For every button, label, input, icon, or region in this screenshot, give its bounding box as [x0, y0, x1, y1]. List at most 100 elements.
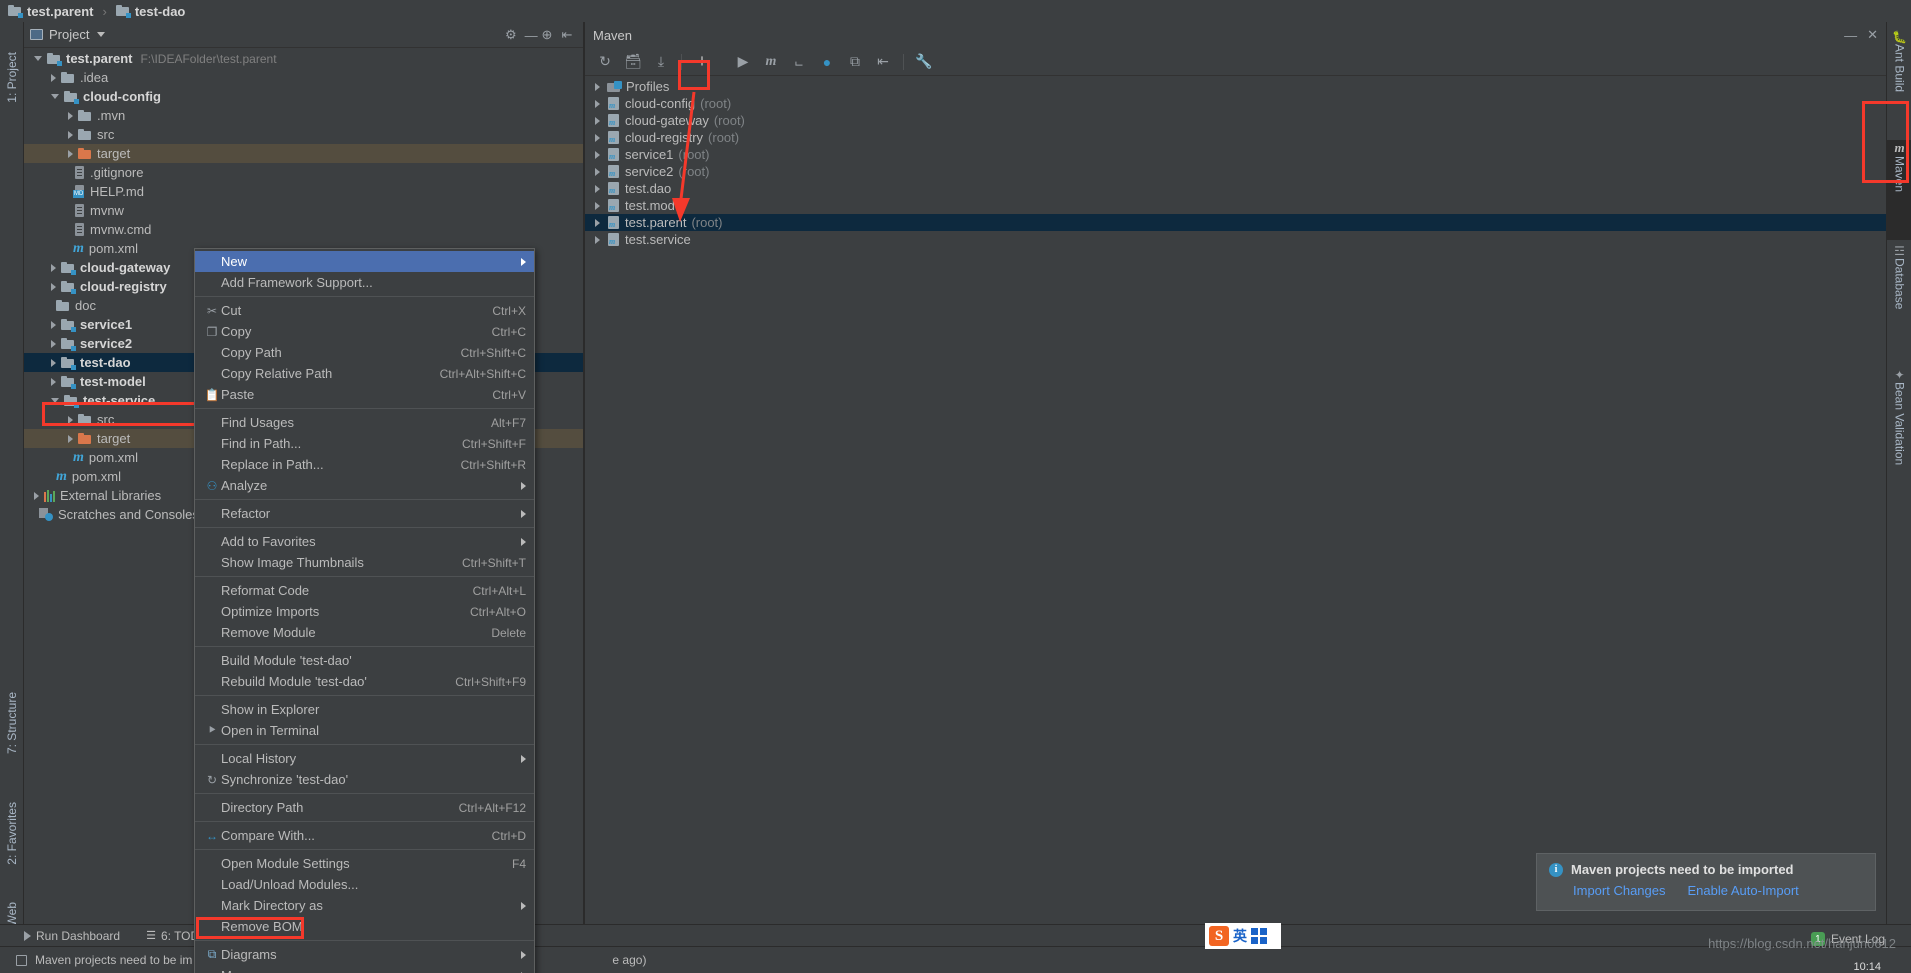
menu-item[interactable]: Show in Explorer [195, 699, 534, 720]
menu-item[interactable]: ❐ Copy Ctrl+C [195, 321, 534, 342]
maven-tree-row[interactable]: Profiles [585, 78, 1886, 95]
project-tree-row[interactable]: mvnw.cmd [24, 220, 583, 239]
menu-item[interactable]: Find Usages Alt+F7 [195, 412, 534, 433]
chevron-right-icon[interactable] [595, 218, 600, 227]
maven-tree-row[interactable]: m test.parent (root) [585, 214, 1886, 231]
menu-item[interactable]: Rebuild Module 'test-dao' Ctrl+Shift+F9 [195, 671, 534, 692]
tool-button-bean-validation[interactable]: ✦ Bean Validation [1887, 368, 1911, 518]
chevron-right-icon[interactable] [595, 133, 600, 142]
run-icon[interactable]: ▶ [731, 51, 755, 73]
collapse-all-icon[interactable]: ⇤ [871, 51, 895, 73]
chevron-right-icon[interactable] [51, 320, 56, 329]
chevron-right-icon[interactable] [595, 99, 600, 108]
menu-item[interactable]: Copy Path Ctrl+Shift+C [195, 342, 534, 363]
project-tree-row[interactable]: .idea [24, 68, 583, 87]
project-tree-row[interactable]: mvnw [24, 201, 583, 220]
tool-button-web[interactable]: Web [5, 902, 19, 926]
generate-sources-icon[interactable]: 🗃 [621, 51, 645, 73]
menu-item[interactable]: Add Framework Support... [195, 272, 534, 293]
menu-item[interactable]: Mark Directory as [195, 895, 534, 916]
tool-button-maven[interactable]: m Maven [1887, 140, 1911, 240]
chevron-right-icon[interactable] [68, 149, 73, 158]
chevron-right-icon[interactable] [51, 377, 56, 386]
chevron-down-icon[interactable] [97, 32, 106, 37]
project-tree-row[interactable]: test.parent F:\IDEAFolder\test.parent [24, 49, 583, 68]
chevron-right-icon[interactable] [51, 263, 56, 272]
chevron-right-icon[interactable] [595, 150, 600, 159]
tool-button-run-dashboard[interactable]: Run Dashboard [24, 929, 120, 943]
menu-item[interactable]: Add to Favorites [195, 531, 534, 552]
menu-item[interactable]: ⧉ Diagrams [195, 944, 534, 965]
menu-item[interactable]: Copy Relative Path Ctrl+Alt+Shift+C [195, 363, 534, 384]
menu-item[interactable]: Refactor [195, 503, 534, 524]
minimize-icon[interactable]: — [525, 28, 538, 43]
menu-item[interactable]: Remove Module Delete [195, 622, 534, 643]
maven-tree-row[interactable]: m test.service [585, 231, 1886, 248]
enable-auto-import-link[interactable]: Enable Auto-Import [1688, 883, 1799, 898]
project-tree-row[interactable]: .gitignore [24, 163, 583, 182]
toggle-skip-tests-icon[interactable]: ⨽ [787, 51, 811, 73]
maven-tree-row[interactable]: m service1 (root) [585, 146, 1886, 163]
menu-item[interactable]: ↻ Synchronize 'test-dao' [195, 769, 534, 790]
menu-item[interactable]: Load/Unload Modules... [195, 874, 534, 895]
tool-button-database[interactable]: ☲ Database [1887, 244, 1911, 364]
maven-tree-row[interactable]: m cloud-registry (root) [585, 129, 1886, 146]
menu-item[interactable]: 📋 Paste Ctrl+V [195, 384, 534, 405]
menu-item[interactable]: Reformat Code Ctrl+Alt+L [195, 580, 534, 601]
chevron-right-icon[interactable] [68, 111, 73, 120]
maven-tree-row[interactable]: m test.dao [585, 180, 1886, 197]
tool-button-structure[interactable]: 7: Structure [5, 692, 19, 754]
show-diagram-icon[interactable]: ⧉ [843, 51, 867, 73]
project-tree-row[interactable]: target [24, 144, 583, 163]
chevron-right-icon[interactable] [595, 235, 600, 244]
menu-item[interactable]: Find in Path... Ctrl+Shift+F [195, 433, 534, 454]
project-tree-row[interactable]: cloud-config [24, 87, 583, 106]
maven-tree-row[interactable]: m service2 (root) [585, 163, 1886, 180]
maven-projects-tree[interactable]: Profiles m cloud-config (root) m cloud-gatewa… [585, 78, 1886, 930]
maven-settings-icon[interactable]: 🔧 [912, 51, 936, 73]
chevron-right-icon[interactable] [68, 415, 73, 424]
menu-item[interactable]: mMaven [195, 965, 534, 973]
menu-item[interactable]: Build Module 'test-dao' [195, 650, 534, 671]
menu-item[interactable]: Show Image Thumbnails Ctrl+Shift+T [195, 552, 534, 573]
reimport-icon[interactable]: ↻ [593, 51, 617, 73]
menu-item[interactable]: Open Module Settings F4 [195, 853, 534, 874]
execute-maven-goal-icon[interactable]: m [759, 51, 783, 73]
breadcrumb-item-project[interactable]: test.parent [8, 4, 93, 19]
chevron-right-icon[interactable] [595, 184, 600, 193]
tool-button-ant-build[interactable]: 🐛 Ant Build [1887, 30, 1911, 140]
menu-item[interactable]: Replace in Path... Ctrl+Shift+R [195, 454, 534, 475]
tool-button-favorites[interactable]: 2: Favorites [5, 802, 19, 865]
project-tree-row[interactable]: MD HELP.md [24, 182, 583, 201]
menu-item[interactable]: ✂ Cut Ctrl+X [195, 300, 534, 321]
menu-item[interactable]: ⯈ Open in Terminal [195, 720, 534, 741]
menu-item[interactable]: Optimize Imports Ctrl+Alt+O [195, 601, 534, 622]
maven-tree-row[interactable]: m cloud-config (root) [585, 95, 1886, 112]
menu-item[interactable]: Directory Path Ctrl+Alt+F12 [195, 797, 534, 818]
menu-item[interactable]: ↔ Compare With... Ctrl+D [195, 825, 534, 846]
tool-button-project[interactable]: 1: Project [5, 52, 19, 103]
close-icon[interactable]: ✕ [1867, 27, 1878, 43]
import-changes-link[interactable]: Import Changes [1573, 883, 1666, 898]
gear-icon[interactable]: ⚙ [505, 27, 517, 43]
chevron-right-icon[interactable] [595, 116, 600, 125]
menu-item[interactable]: Remove BOM [195, 916, 534, 937]
context-menu[interactable]: New Add Framework Support... ✂ Cut Ctrl+X ❐ Co… [194, 248, 535, 973]
chevron-down-icon[interactable] [51, 94, 59, 99]
chevron-right-icon[interactable] [51, 358, 56, 367]
menu-item[interactable]: Local History [195, 748, 534, 769]
menu-item[interactable]: New [195, 251, 534, 272]
download-sources-icon[interactable]: ⤓ [649, 51, 673, 73]
chevron-right-icon[interactable] [595, 167, 600, 176]
project-tree-row[interactable]: src [24, 125, 583, 144]
chevron-right-icon[interactable] [595, 201, 600, 210]
chevron-right-icon[interactable] [51, 73, 56, 82]
chevron-right-icon[interactable] [595, 82, 600, 91]
chevron-down-icon[interactable] [34, 56, 42, 61]
menu-item[interactable]: ⚇ Analyze [195, 475, 534, 496]
breadcrumb-item-module[interactable]: test-dao [115, 4, 185, 19]
minimize-icon[interactable]: — [1844, 28, 1857, 43]
chevron-right-icon[interactable] [51, 339, 56, 348]
chevron-right-icon[interactable] [68, 130, 73, 139]
project-tree-row[interactable]: .mvn [24, 106, 583, 125]
